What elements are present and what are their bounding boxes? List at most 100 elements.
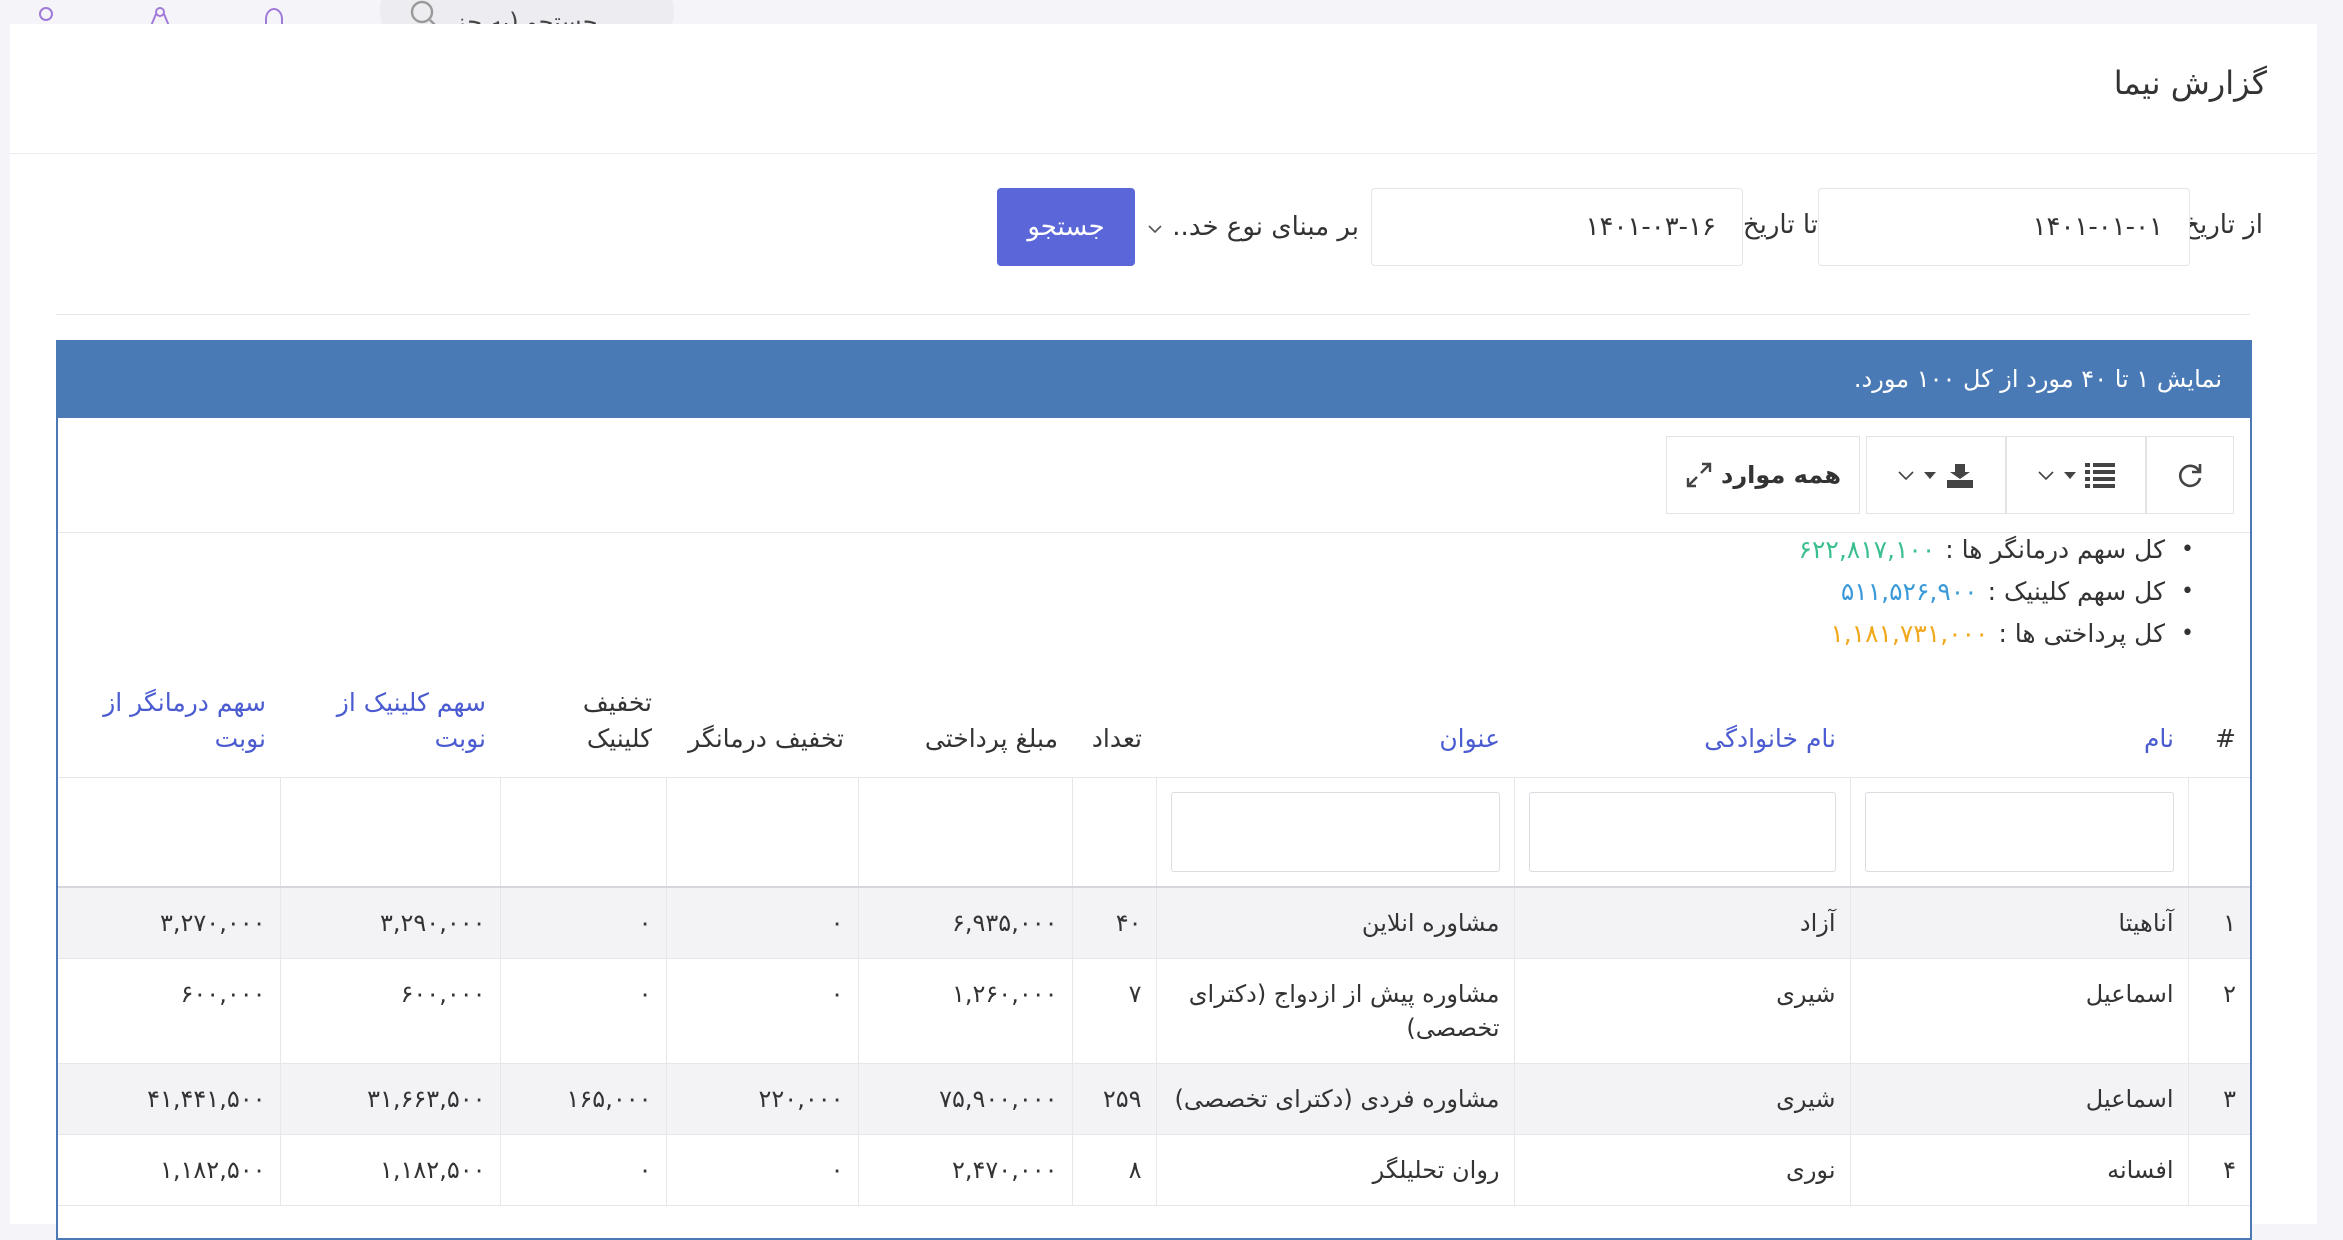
caret-down-icon xyxy=(1924,472,1936,479)
totals-summary: • کل سهم درمانگر ها : ۶۲۲,۸۱۷,۱۰۰ • کل س… xyxy=(58,533,2250,669)
from-date-input[interactable]: ۱۴۰۱-۰۱-۰۱ xyxy=(1818,188,2190,266)
table-cell: ۶۰۰,۰۰۰ xyxy=(279,958,500,1064)
table-cell: ۳۱,۶۶۳,۵۰۰ xyxy=(279,1063,500,1135)
table-cell: آزاد xyxy=(1513,887,1850,959)
column-header-1[interactable]: نام xyxy=(1850,669,2188,777)
summary-value: ۱,۱۸۱,۷۳۱,۰۰۰ xyxy=(1830,619,1989,648)
refresh-button[interactable] xyxy=(2146,436,2234,514)
column-header-9[interactable]: سهم درمانگر از نوبت xyxy=(58,669,280,777)
to-date-value: ۱۴۰۱-۰۳-۱۶ xyxy=(1585,212,1716,242)
table-header-row: # نام نام خانوادگی عنوان تعداد مبلغ پرداختی تخ… xyxy=(58,669,2250,777)
table-cell: ۶۰۰,۰۰۰ xyxy=(58,958,280,1064)
to-date-label: تا تاریخ xyxy=(1742,210,1818,240)
chevron-down-icon xyxy=(1147,212,1163,242)
column-filter-input[interactable] xyxy=(1864,791,2174,872)
column-header-7: تخفیف کلینیک xyxy=(582,687,652,753)
summary-label: کل سهم کلینیک : xyxy=(1987,577,2166,606)
refresh-icon xyxy=(2179,464,2202,488)
table-cell: آناهیتا xyxy=(1849,887,2188,959)
column-header-5: مبلغ پرداختی xyxy=(924,723,1058,753)
column-header-3[interactable]: عنوان xyxy=(1156,669,1514,777)
column-filter-cell xyxy=(1071,776,1156,888)
summary-clinic-share: • کل سهم کلینیک : ۵۱۱,۵۲۶,۹۰۰ xyxy=(1840,577,2194,606)
table-cell: ۴۱,۴۴۱,۵۰۰ xyxy=(58,1063,280,1135)
table-cell: ۰ xyxy=(665,958,858,1064)
table-cell: اسماعیل xyxy=(1849,1063,2188,1135)
column-header-6: تخفیف درمانگر xyxy=(688,723,844,753)
table-cell: شیری xyxy=(1513,958,1850,1064)
summary-total-payments: • کل پرداختی ها : ۱,۱۸۱,۷۳۱,۰۰۰ xyxy=(1830,619,2194,648)
table-cell: ۲۵۹ xyxy=(1071,1063,1156,1135)
results-summary-heading: نمایش ۱ تا ۴۰ مورد از کل ۱۰۰ مورد. xyxy=(58,340,2250,418)
column-filter-cell xyxy=(499,776,666,888)
column-filter-input[interactable] xyxy=(1170,791,1500,872)
chevron-down-icon xyxy=(2038,471,2054,481)
chevron-down-icon xyxy=(1898,471,1914,481)
column-filter-cell xyxy=(1849,776,2188,888)
column-header-0: # xyxy=(2215,723,2236,753)
table-cell: مشاوره پیش از ازدواج (دکترای تخصصی) xyxy=(1155,958,1514,1064)
filter-divider xyxy=(56,314,2250,315)
table-cell: اسماعیل xyxy=(1849,958,2188,1064)
to-date-input[interactable]: ۱۴۰۱-۰۳-۱۶ xyxy=(1371,188,1743,266)
from-date-label: از تاریخ xyxy=(2183,210,2263,240)
summary-label: کل سهم درمانگر ها : xyxy=(1945,535,2166,564)
export-icon xyxy=(1947,464,1973,488)
top-bar: جستجو (به جز xyxy=(0,0,2343,52)
caret-down-icon xyxy=(2064,472,2076,479)
table-cell: ۳ xyxy=(2187,1063,2250,1135)
table-cell: ۰ xyxy=(499,887,666,959)
from-date-value: ۱۴۰۱-۰۱-۰۱ xyxy=(2032,212,2163,242)
table-cell: ۷ xyxy=(1071,958,1156,1064)
summary-value: ۵۱۱,۵۲۶,۹۰۰ xyxy=(1840,577,1978,606)
show-all-label: همه موارد xyxy=(1721,461,1841,489)
table-toolbar: همه موارد xyxy=(58,418,2250,533)
table-cell: مشاوره انلاین xyxy=(1155,887,1514,959)
table-row[interactable]: ۲ اسماعیل شیری مشاوره پیش از ازدواج (دکترای… xyxy=(58,958,2250,1064)
search-button[interactable]: جستجو xyxy=(997,188,1135,266)
table-cell: شیری xyxy=(1513,1063,1850,1135)
table-cell: ۶,۹۳۵,۰۰۰ xyxy=(857,887,1072,959)
table-body: ۱ آناهیتا آزاد مشاوره انلاین ۴۰ ۶,۹۳۵,۰۰۰ ۰ ۰ ۳,… xyxy=(58,887,2250,1206)
table-cell: ۳,۲۷۰,۰۰۰ xyxy=(58,887,280,959)
column-filter-cell xyxy=(665,776,858,888)
table-cell: ۲۲۰,۰۰۰ xyxy=(665,1063,858,1135)
show-all-button[interactable]: همه موارد xyxy=(1666,436,1860,514)
summary-value: ۶۲۲,۸۱۷,۱۰۰ xyxy=(1798,535,1936,564)
results-panel: نمایش ۱ تا ۴۰ مورد از کل ۱۰۰ مورد. همه م… xyxy=(56,340,2252,1240)
filter-bar: از تاریخ ۱۴۰۱-۰۱-۰۱ تا تاریخ ۱۴۰۱-۰۳-۱۶ … xyxy=(63,188,2263,268)
column-filter-input[interactable] xyxy=(1528,791,1836,872)
export-menu-button[interactable] xyxy=(1866,436,2006,514)
table-cell: ۱۶۵,۰۰۰ xyxy=(499,1063,666,1135)
table-cell: ۲ xyxy=(2187,958,2250,1064)
table-row[interactable]: ۳ اسماعیل شیری مشاوره فردی (دکترای تخصصی) ۲۵… xyxy=(58,1063,2250,1135)
list-icon xyxy=(2085,463,2115,488)
card-header: گزارش نیما xyxy=(10,24,2317,154)
expand-icon xyxy=(1686,462,1712,488)
table-cell: ۳,۲۹۰,۰۰۰ xyxy=(279,887,500,959)
column-header-8[interactable]: سهم کلینیک از نوبت xyxy=(280,669,500,777)
column-filter-cell xyxy=(1513,776,1850,888)
column-filter-cell xyxy=(1155,776,1514,888)
table-cell: ۰ xyxy=(665,887,858,959)
summary-therapist-share: • کل سهم درمانگر ها : ۶۲۲,۸۱۷,۱۰۰ xyxy=(1798,535,2194,564)
columns-menu-button[interactable] xyxy=(2006,436,2146,514)
summary-label: کل پرداختی ها : xyxy=(1998,619,2166,648)
page-title: گزارش نیما xyxy=(2113,64,2267,102)
table-cell: ۷۵,۹۰۰,۰۰۰ xyxy=(857,1063,1072,1135)
table-row[interactable]: ۱ آناهیتا آزاد مشاوره انلاین ۴۰ ۶,۹۳۵,۰۰۰ ۰ ۰ ۳,… xyxy=(58,887,2250,959)
report-table: # نام نام خانوادگی عنوان تعداد مبلغ پرداختی تخ… xyxy=(58,669,2250,1206)
table-cell: ۱,۲۶۰,۰۰۰ xyxy=(857,958,1072,1064)
table-cell: مشاوره فردی (دکترای تخصصی) xyxy=(1155,1063,1514,1135)
column-header-4: تعداد xyxy=(1091,723,1142,753)
service-type-select[interactable]: بر مبنای نوع خد.. xyxy=(1135,188,1371,266)
service-type-value: بر مبنای نوع خد.. xyxy=(1172,212,1359,242)
table-cell: ۱ xyxy=(2187,887,2250,959)
column-filter-cell xyxy=(58,776,280,888)
column-filter-cell xyxy=(2187,776,2250,888)
column-header-2[interactable]: نام خانوادگی xyxy=(1514,669,1850,777)
column-filter-cell xyxy=(857,776,1072,888)
column-filter-row xyxy=(58,776,2250,888)
table-cell: ۰ xyxy=(499,958,666,1064)
table-cell: ۴۰ xyxy=(1071,887,1156,959)
